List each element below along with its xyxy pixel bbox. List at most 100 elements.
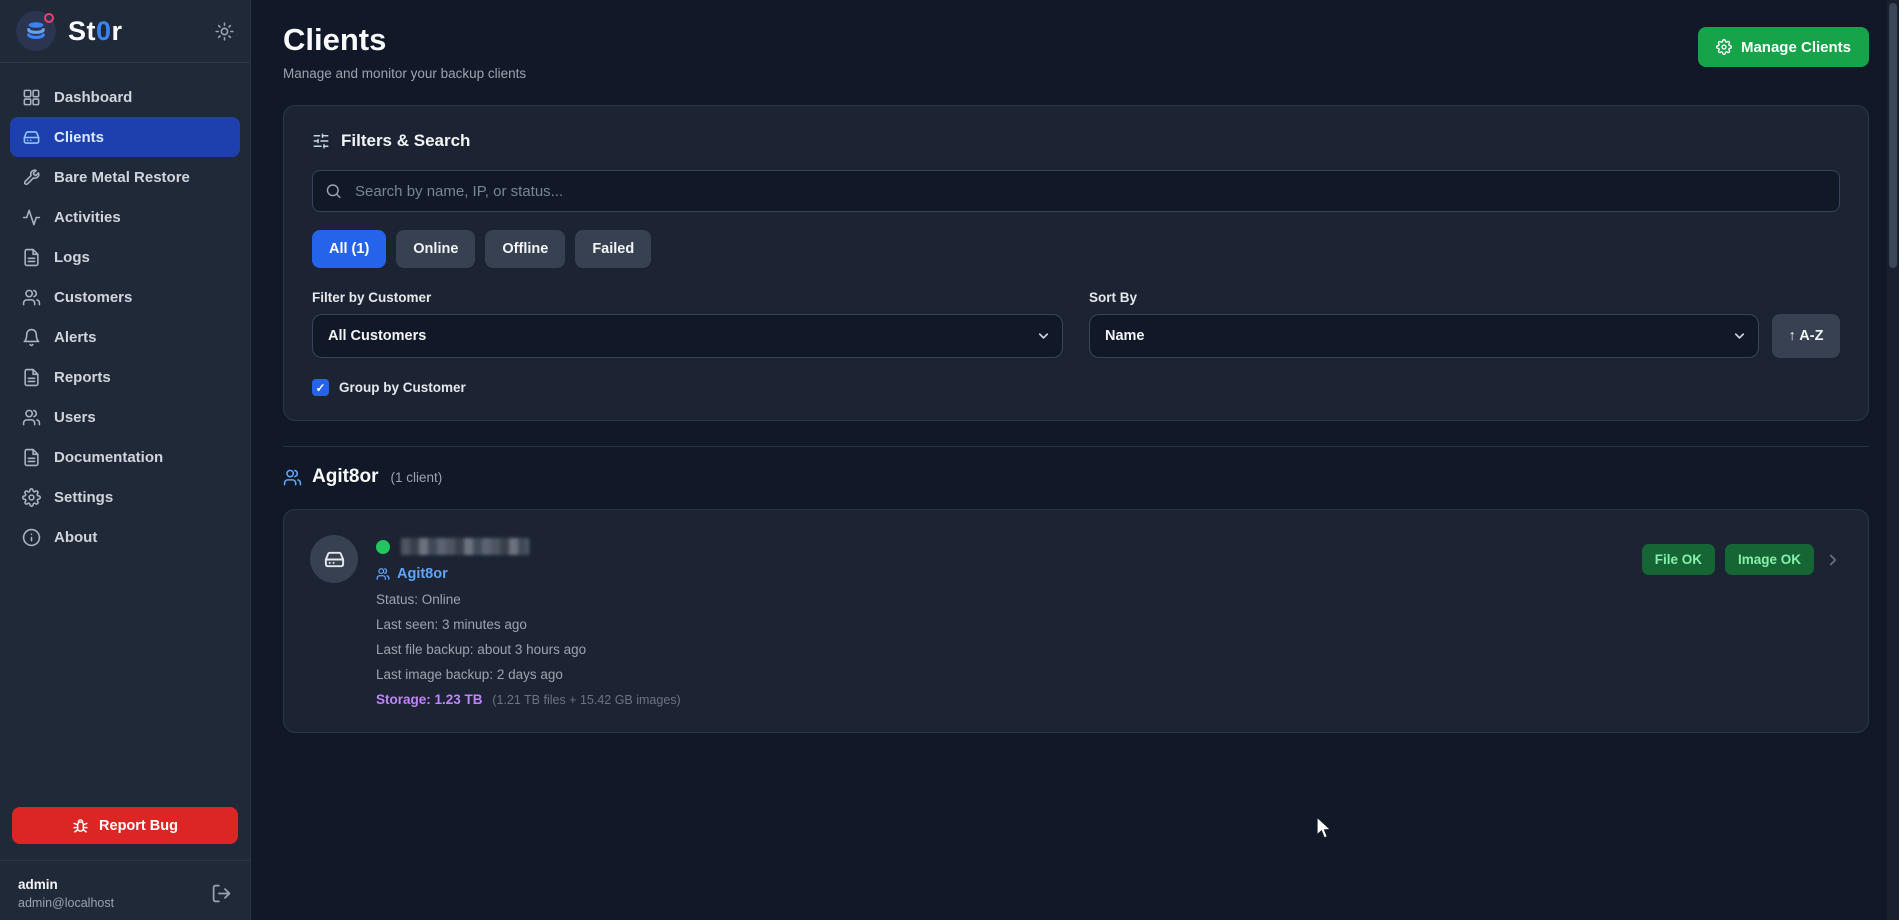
sidebar-item-users[interactable]: Users — [10, 397, 240, 437]
sidebar-nav: Dashboard Clients Bare Metal Restore Act… — [0, 63, 250, 807]
sidebar-item-label: Bare Metal Restore — [54, 169, 190, 186]
client-last-file-backup: Last file backup: about 3 hours ago — [376, 642, 1642, 657]
sidebar-item-label: Dashboard — [54, 89, 132, 106]
filter-pill-offline[interactable]: Offline — [485, 230, 565, 268]
page-header: Clients Manage and monitor your backup c… — [283, 22, 1869, 81]
user-name: admin — [18, 877, 211, 892]
sidebar-item-alerts[interactable]: Alerts — [10, 317, 240, 357]
sidebar-item-clients[interactable]: Clients — [10, 117, 240, 157]
client-storage-total: Storage: 1.23 TB — [376, 692, 483, 707]
sidebar-item-bare-metal-restore[interactable]: Bare Metal Restore — [10, 157, 240, 197]
search-wrap — [312, 170, 1840, 212]
gear-icon — [22, 488, 41, 507]
filter-pill-all[interactable]: All (1) — [312, 230, 386, 268]
gear-icon — [1716, 39, 1732, 55]
sidebar-item-activities[interactable]: Activities — [10, 197, 240, 237]
user-info: admin admin@localhost — [18, 877, 211, 910]
sidebar-item-settings[interactable]: Settings — [10, 477, 240, 517]
page-subtitle: Manage and monitor your backup clients — [283, 66, 526, 81]
hard-drive-icon — [22, 128, 41, 147]
client-customer-link[interactable]: Agit8or — [376, 566, 1642, 582]
sidebar-item-label: Settings — [54, 489, 113, 506]
filter-pill-online[interactable]: Online — [396, 230, 475, 268]
info-icon — [22, 528, 41, 547]
theme-toggle-sun-icon[interactable] — [215, 22, 234, 41]
sidebar-item-reports[interactable]: Reports — [10, 357, 240, 397]
activity-icon — [22, 208, 41, 227]
customer-group-count: (1 client) — [391, 470, 443, 485]
customer-group-header: Agit8or (1 client) — [283, 466, 1869, 488]
online-status-dot — [376, 540, 390, 554]
dashboard-icon — [22, 88, 41, 107]
sidebar-item-dashboard[interactable]: Dashboard — [10, 77, 240, 117]
sidebar-item-label: About — [54, 529, 97, 546]
manage-clients-button[interactable]: Manage Clients — [1698, 27, 1869, 67]
user-email: admin@localhost — [18, 896, 211, 910]
sidebar-item-label: Users — [54, 409, 96, 426]
app-logo — [16, 11, 56, 51]
database-icon — [25, 20, 47, 42]
scrollbar-thumb[interactable] — [1889, 3, 1897, 268]
sidebar: St0r Dashboard Clients Bare Metal Restor… — [0, 0, 251, 920]
file-ok-badge: File OK — [1642, 544, 1715, 575]
client-customer-name: Agit8or — [397, 566, 448, 582]
filters-title: Filters & Search — [341, 131, 470, 151]
filter-pill-failed[interactable]: Failed — [575, 230, 651, 268]
filters-title-row: Filters & Search — [312, 131, 1840, 151]
wrench-icon — [22, 168, 41, 187]
checkbox-checked-icon: ✓ — [312, 379, 329, 396]
sliders-icon — [312, 132, 330, 150]
scrollbar[interactable] — [1887, 0, 1899, 920]
sidebar-header: St0r — [0, 0, 250, 63]
main-content: Clients Manage and monitor your backup c… — [251, 0, 1899, 920]
sidebar-item-about[interactable]: About — [10, 517, 240, 557]
client-details: Agit8or Status: Online Last seen: 3 minu… — [376, 535, 1642, 707]
notification-ring-icon — [44, 13, 54, 23]
sidebar-item-label: Activities — [54, 209, 121, 226]
sidebar-item-logs[interactable]: Logs — [10, 237, 240, 277]
client-name-redacted — [401, 538, 529, 555]
client-card[interactable]: Agit8or Status: Online Last seen: 3 minu… — [283, 509, 1869, 733]
manage-clients-label: Manage Clients — [1741, 39, 1851, 56]
sort-select[interactable]: Name — [1089, 314, 1759, 358]
client-badges: File OK Image OK — [1642, 544, 1842, 575]
content-divider — [283, 446, 1869, 447]
users-icon — [22, 288, 41, 307]
sidebar-footer: admin admin@localhost — [0, 860, 250, 920]
sidebar-item-label: Alerts — [54, 329, 97, 346]
chevron-right-icon[interactable] — [1824, 551, 1842, 569]
client-name-row — [376, 538, 1642, 555]
logout-icon[interactable] — [211, 883, 232, 904]
group-by-customer-label: Group by Customer — [339, 380, 466, 395]
hard-drive-icon — [323, 548, 346, 571]
sidebar-item-label: Customers — [54, 289, 132, 306]
report-bug-button[interactable]: Report Bug — [12, 807, 238, 844]
app-title: St0r — [68, 16, 123, 47]
sidebar-item-customers[interactable]: Customers — [10, 277, 240, 317]
group-by-customer-checkbox[interactable]: ✓ Group by Customer — [312, 379, 1840, 396]
sidebar-item-label: Reports — [54, 369, 111, 386]
sort-label: Sort By — [1089, 290, 1840, 305]
users-icon — [283, 468, 302, 487]
image-ok-badge: Image OK — [1725, 544, 1814, 575]
bell-icon — [22, 328, 41, 347]
sidebar-item-documentation[interactable]: Documentation — [10, 437, 240, 477]
users-icon — [22, 408, 41, 427]
sidebar-item-label: Clients — [54, 129, 104, 146]
customer-select[interactable]: All Customers — [312, 314, 1063, 358]
sort-direction-button[interactable]: ↑ A-Z — [1772, 314, 1840, 358]
customer-filter-col: Filter by Customer All Customers — [312, 290, 1063, 358]
bug-icon — [72, 817, 89, 834]
sidebar-item-label: Logs — [54, 249, 90, 266]
client-storage-row: Storage: 1.23 TB (1.21 TB files + 15.42 … — [376, 692, 1642, 707]
customer-group-name: Agit8or — [312, 466, 379, 488]
file-text-icon — [22, 248, 41, 267]
search-input[interactable] — [312, 170, 1840, 212]
sidebar-bottom: Report Bug admin admin@localhost — [0, 807, 250, 920]
sort-col: Sort By Name ↑ A-Z — [1089, 290, 1840, 358]
client-last-seen: Last seen: 3 minutes ago — [376, 617, 1642, 632]
client-storage-detail: (1.21 TB files + 15.42 GB images) — [492, 693, 680, 707]
sidebar-item-label: Documentation — [54, 449, 163, 466]
client-avatar — [310, 535, 358, 583]
filters-card: Filters & Search All (1) Online Offline … — [283, 105, 1869, 421]
